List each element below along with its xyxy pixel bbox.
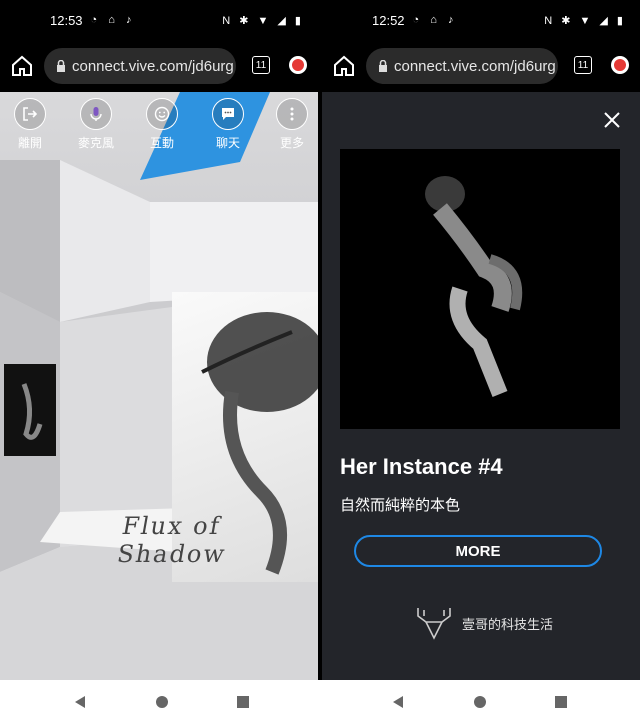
status-time: 12:53 — [50, 12, 83, 28]
artwork-title: Her Instance #4 — [340, 454, 503, 479]
brand-name: 壹哥的科技生活 — [462, 616, 554, 632]
more-button[interactable]: 更多 — [272, 98, 312, 151]
close-icon[interactable] — [602, 110, 622, 130]
back-icon[interactable] — [390, 694, 406, 710]
side-artwork-figure — [21, 383, 43, 440]
tab-switcher-button[interactable]: 11 — [252, 56, 270, 74]
vr-scene[interactable]: 離開 麥克風 互動 聊天 更多 Flux of Shadow — [0, 92, 318, 680]
artwork-photo — [340, 149, 620, 429]
system-icons: N ✱ ▼ ◢ ▮ — [544, 14, 626, 27]
artwork-photo-figure — [425, 176, 523, 397]
lock-icon — [57, 60, 65, 72]
home-nav-icon[interactable] — [472, 694, 488, 710]
exit-icon — [23, 107, 38, 121]
address-bar[interactable]: connect.vive.com/jd6urg — [44, 48, 236, 84]
deer-logo-icon — [417, 608, 451, 640]
home-icon[interactable] — [332, 54, 356, 78]
microphone-label: 麥克風 — [77, 136, 114, 150]
update-icon[interactable] — [611, 56, 629, 74]
more-button[interactable]: MORE — [354, 535, 602, 567]
interact-label: 互動 — [149, 136, 174, 150]
tab-switcher-button[interactable]: 11 — [574, 56, 592, 74]
recents-icon[interactable] — [553, 694, 569, 710]
lock-icon — [379, 60, 387, 72]
system-icons: N ✱ ▼ ◢ ▮ — [222, 14, 304, 27]
artwork-subtitle: 自然而純粹的本色 — [340, 497, 461, 514]
status-icons: ◔ ⌂ ♪ — [412, 14, 458, 26]
left-screen: 12:53 ◔ ⌂ ♪ N ✱ ▼ ◢ ▮ connect.vive.com/j… — [0, 0, 318, 680]
more-icon — [290, 107, 294, 121]
chat-button[interactable]: 聊天 — [208, 98, 248, 151]
url-text: connect.vive.com/jd6urg — [72, 57, 234, 75]
recents-icon[interactable] — [235, 694, 251, 710]
browser-bar: connect.vive.com/jd6urg 11 — [322, 40, 640, 92]
home-nav-icon[interactable] — [154, 694, 170, 710]
vr-toolbar: 離開 麥克風 互動 聊天 更多 — [0, 92, 318, 152]
status-bar: 12:52 ◔ ⌂ ♪ N ✱ ▼ ◢ ▮ — [322, 0, 640, 40]
brand-logo: 壹哥的科技生活 — [414, 604, 553, 642]
navigation-bar — [0, 680, 640, 723]
exit-button[interactable]: 離開 — [10, 98, 50, 151]
side-artwork[interactable] — [4, 364, 56, 456]
browser-bar: connect.vive.com/jd6urg 11 — [0, 40, 318, 92]
microphone-icon — [90, 107, 102, 121]
artwork-info-panel: Her Instance #4 自然而純粹的本色 MORE 壹哥的科技生活 — [322, 92, 640, 680]
microphone-button[interactable]: 麥克風 — [76, 98, 116, 151]
address-bar[interactable]: connect.vive.com/jd6urg — [366, 48, 558, 84]
smiley-icon — [154, 106, 170, 122]
interact-button[interactable]: 互動 — [142, 98, 182, 151]
status-time: 12:52 — [372, 12, 405, 28]
chat-icon — [222, 108, 234, 120]
status-icons: ◔ ⌂ ♪ — [90, 14, 136, 26]
back-icon[interactable] — [72, 694, 88, 710]
right-screen: 12:52 ◔ ⌂ ♪ N ✱ ▼ ◢ ▮ connect.vive.com/j… — [322, 0, 640, 680]
chat-label: 聊天 — [215, 136, 240, 150]
exit-label: 離開 — [17, 136, 42, 150]
status-bar: 12:53 ◔ ⌂ ♪ N ✱ ▼ ◢ ▮ — [0, 0, 318, 40]
more-label: 更多 — [279, 136, 304, 150]
floor-title: Flux of Shadow — [115, 512, 229, 568]
update-icon[interactable] — [289, 56, 307, 74]
home-icon[interactable] — [10, 54, 34, 78]
url-text: connect.vive.com/jd6urg — [394, 57, 556, 75]
